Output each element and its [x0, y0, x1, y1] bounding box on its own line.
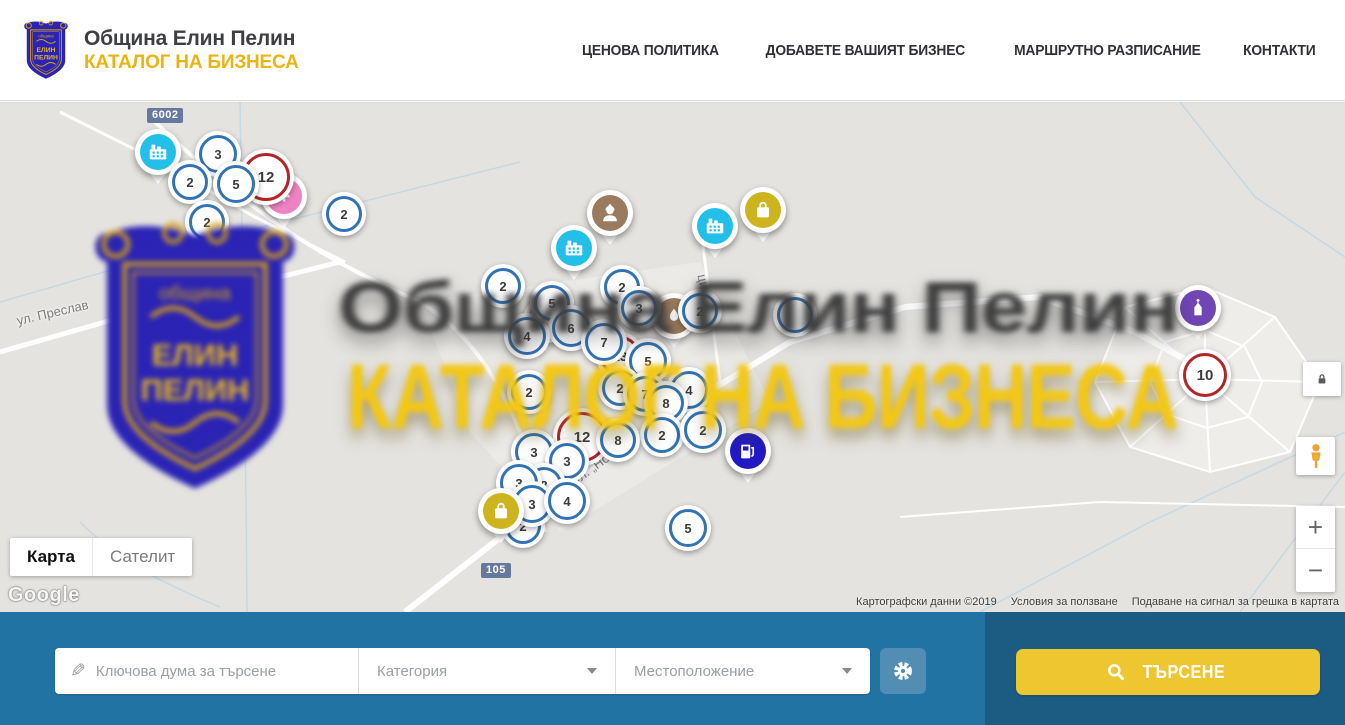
cluster-marker[interactable]: 8 — [596, 418, 640, 462]
chevron-down-icon — [842, 668, 852, 674]
nav-item-route-schedule[interactable]: МАРШРУТНО РАЗПИСАНИЕ — [1014, 42, 1201, 59]
advanced-settings-button[interactable] — [880, 648, 926, 694]
search-bar: ✎ Категория Местоположение — [0, 612, 1345, 725]
category-select[interactable]: Категория — [358, 648, 615, 694]
cluster-count: 2 — [684, 411, 722, 449]
bag-icon — [745, 192, 781, 228]
bag-icon — [483, 493, 519, 529]
cluster-count: 5 — [669, 509, 707, 547]
cluster-count: 4 — [508, 317, 546, 355]
cluster-count: 2 — [326, 196, 362, 232]
map-pin[interactable] — [1175, 285, 1221, 345]
search-button[interactable]: ТЪРСЕНЕ — [1016, 649, 1320, 695]
cluster-marker[interactable]: 2 — [481, 264, 525, 308]
cluster-marker[interactable]: 7 — [581, 319, 627, 365]
map-type-control: Карта Сателит — [10, 538, 192, 576]
cluster-marker[interactable]: 10 — [1179, 349, 1231, 401]
map-type-map-button[interactable]: Карта — [10, 538, 92, 576]
chevron-down-icon — [587, 668, 597, 674]
cluster-marker[interactable]: 2 — [678, 289, 722, 333]
church-icon — [1180, 290, 1216, 326]
cluster-marker[interactable]: 2 — [680, 407, 726, 453]
cluster-marker[interactable]: 4 — [504, 313, 550, 359]
terms-of-use-link[interactable]: Условия за ползване — [1011, 596, 1118, 608]
cluster-count: 7 — [585, 323, 623, 361]
keyword-field[interactable]: ✎ — [55, 648, 358, 694]
map-pin[interactable] — [740, 187, 786, 247]
map-pin[interactable] — [551, 225, 597, 285]
cluster-marker[interactable] — [773, 293, 817, 337]
zoom-out-button[interactable]: − — [1296, 549, 1335, 592]
location-select-value: Местоположение — [634, 663, 754, 680]
factory-icon — [556, 230, 592, 266]
svg-text:ПЕЛИН: ПЕЛИН — [34, 55, 58, 62]
cluster-count: 10 — [1183, 353, 1227, 397]
brand-title: Община Елин Пелин — [84, 27, 299, 51]
brand[interactable]: община ЕЛИН ПЕЛИН Община Елин Пелин КАТА… — [22, 19, 299, 81]
lock-icon — [1313, 370, 1331, 388]
svg-text:ЕЛИН: ЕЛИН — [37, 47, 56, 54]
cluster-count: 3 — [621, 290, 657, 326]
cluster-marker[interactable]: 2 — [185, 200, 229, 244]
cluster-count: 8 — [600, 422, 636, 458]
cluster-marker[interactable]: 5 — [213, 161, 259, 207]
brand-subtitle: КАТАЛОГ НА БИЗНЕСА — [84, 52, 299, 74]
cluster-marker[interactable]: 3 — [617, 286, 661, 330]
report-map-error-link[interactable]: Подаване на сигнал за грешка в картата — [1132, 596, 1339, 608]
lock-control-button[interactable] — [1303, 362, 1341, 396]
nav-item-contacts[interactable]: КОНТАКТИ — [1244, 42, 1316, 59]
cluster-count: 2 — [189, 204, 225, 240]
map-markers-layer: 12325222523264137522748221283383234510 — [0, 102, 1345, 612]
google-logo[interactable]: Google — [8, 584, 80, 607]
search-icon — [1106, 662, 1126, 682]
cluster-count: 4 — [548, 482, 586, 520]
cluster-count: 2 — [644, 417, 680, 453]
search-button-label: ТЪРСЕНЕ — [1143, 662, 1226, 683]
worker-icon — [592, 195, 628, 231]
gear-icon — [891, 659, 915, 683]
map-pin[interactable] — [478, 488, 524, 548]
map-pin[interactable] — [692, 203, 738, 263]
map-attribution: Картографски данни ©2019 Условия за полз… — [856, 596, 1339, 608]
zoom-in-button[interactable]: + — [1296, 506, 1335, 549]
cluster-marker[interactable]: 5 — [665, 505, 711, 551]
pegman-icon — [1305, 443, 1327, 469]
keyword-input[interactable] — [96, 663, 358, 680]
cluster-marker[interactable]: 4 — [544, 478, 590, 524]
map-type-satellite-button[interactable]: Сателит — [92, 538, 192, 576]
cluster-marker[interactable]: 2 — [322, 192, 366, 236]
fuel-icon — [730, 433, 766, 469]
cluster-count: 2 — [511, 374, 547, 410]
pencil-icon: ✎ — [70, 660, 86, 682]
cluster-marker[interactable]: 2 — [168, 160, 212, 204]
factory-icon — [140, 134, 176, 170]
search-field-group: ✎ Категория Местоположение — [55, 648, 870, 694]
attribution-copyright: Картографски данни ©2019 — [856, 596, 997, 608]
nav-item-pricing[interactable]: ЦЕНОВА ПОЛИТИКА — [582, 42, 719, 59]
cluster-marker[interactable]: 2 — [640, 413, 684, 457]
category-select-value: Категория — [377, 663, 447, 680]
cluster-count: 5 — [217, 165, 255, 203]
cluster-count — [777, 297, 813, 333]
map-pin[interactable] — [725, 428, 771, 488]
svg-text:община: община — [38, 34, 54, 39]
zoom-control: + − — [1296, 506, 1335, 592]
map-canvas[interactable]: 6002 105 ул. Преслав бул. „Новосел ци 12… — [0, 102, 1345, 612]
header: община ЕЛИН ПЕЛИН Община Елин Пелин КАТА… — [0, 0, 1345, 101]
municipality-shield-logo-icon: община ЕЛИН ПЕЛИН — [22, 19, 70, 81]
location-select[interactable]: Местоположение — [615, 648, 870, 694]
cluster-marker[interactable]: 2 — [507, 370, 551, 414]
cluster-count: 2 — [172, 164, 208, 200]
street-view-pegman-button[interactable] — [1296, 437, 1335, 475]
nav-item-add-business[interactable]: ДОБАВЕТЕ ВАШИЯТ БИЗНЕС — [766, 42, 965, 59]
brand-text: Община Елин Пелин КАТАЛОГ НА БИЗНЕСА — [84, 27, 299, 74]
main-nav: ЦЕНОВА ПОЛИТИКА ДОБАВЕТЕ ВАШИЯТ БИЗНЕС М… — [576, 42, 1319, 59]
factory-icon — [697, 208, 733, 244]
cluster-count: 2 — [485, 268, 521, 304]
cluster-count: 2 — [682, 293, 718, 329]
page: община ЕЛИН ПЕЛИН Община Елин Пелин КАТА… — [0, 0, 1345, 725]
